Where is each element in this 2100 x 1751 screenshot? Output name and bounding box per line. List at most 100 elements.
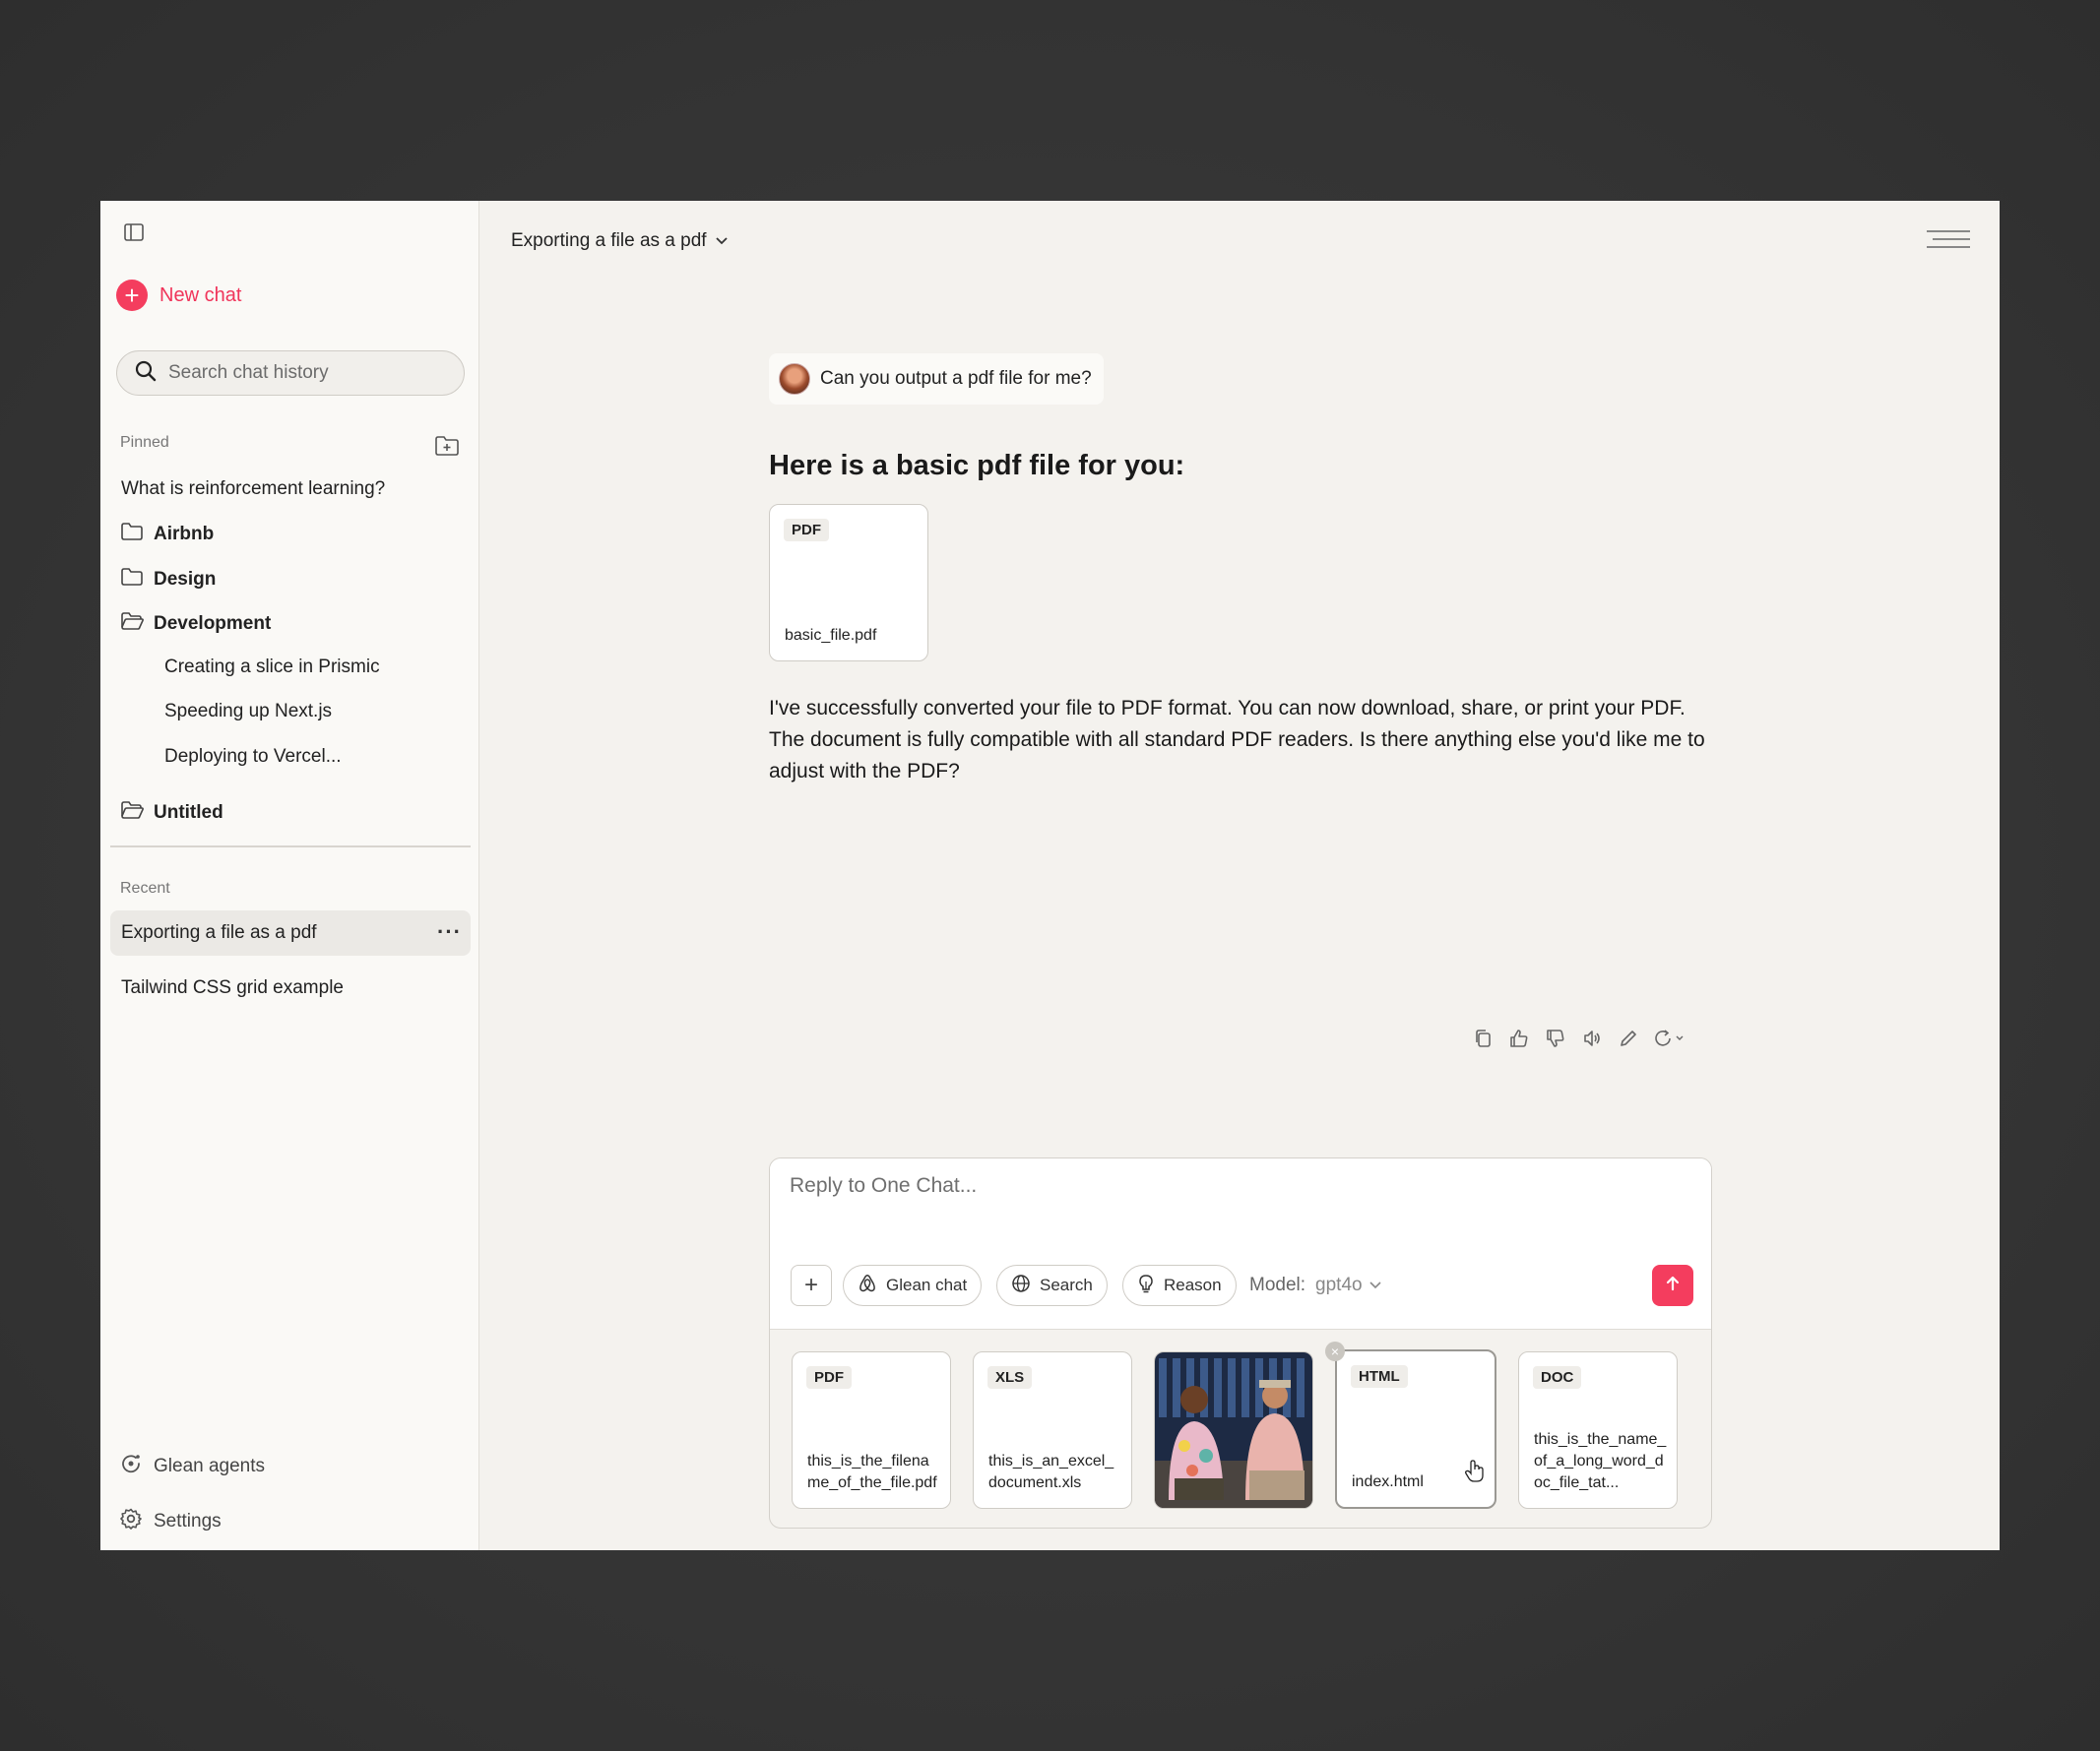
add-attachment-button[interactable]: +: [791, 1265, 832, 1306]
airbnb-logo-icon: [858, 1274, 877, 1298]
chat-history-search[interactable]: [116, 350, 465, 396]
assistant-heading: Here is a basic pdf file for you:: [769, 450, 1185, 481]
avatar: [779, 363, 810, 395]
app-window: + New chat Pinned What is reinforcement …: [100, 201, 2000, 1550]
chat-item-label: Creating a slice in Prismic: [164, 657, 380, 677]
model-value: gpt4o: [1315, 1275, 1363, 1295]
recent-chat-label: Exporting a file as a pdf: [121, 922, 317, 943]
file-name: this_is_the_filename_of_the_file.pdf: [807, 1453, 937, 1491]
attachment-image-thumbnail[interactable]: [1154, 1351, 1313, 1509]
plus-icon: +: [803, 1272, 818, 1298]
message-actions: [1472, 1028, 1687, 1049]
chat-item-label: Speeding up Next.js: [164, 701, 333, 721]
chat-item-label: Deploying to Vercel...: [164, 746, 342, 767]
sidebar-divider: [110, 845, 471, 847]
folder-icon: [120, 567, 144, 593]
folder-label: Design: [154, 569, 217, 590]
file-type-badge: HTML: [1351, 1365, 1408, 1388]
composer: + Glean chat Search Reason Model: gpt4o: [769, 1157, 1712, 1529]
chat-title-dropdown[interactable]: Exporting a file as a pdf: [511, 230, 729, 252]
more-options-icon[interactable]: ···: [437, 919, 462, 945]
pdf-attachment-card[interactable]: PDF basic_file.pdf: [769, 504, 928, 661]
assistant-response-text: I've successfully converted your file to…: [769, 697, 1705, 782]
file-type-badge: PDF: [784, 519, 829, 541]
hand-cursor-icon: [1465, 1460, 1485, 1488]
folder-development[interactable]: Development: [120, 611, 271, 637]
glean-agents-button[interactable]: Glean agents: [120, 1453, 265, 1480]
chat-title: Exporting a file as a pdf: [511, 230, 707, 251]
new-chat-label: New chat: [159, 283, 242, 306]
recent-chat-label: Tailwind CSS grid example: [121, 977, 344, 998]
folder-icon: [120, 522, 144, 547]
folder-child-item[interactable]: Deploying to Vercel...: [164, 746, 342, 768]
reason-label: Reason: [1164, 1276, 1222, 1294]
search-label: Search: [1040, 1276, 1093, 1294]
file-type-badge: XLS: [987, 1366, 1033, 1389]
glean-agents-label: Glean agents: [154, 1456, 266, 1476]
folder-label: Development: [154, 613, 272, 634]
chat-main: Exporting a file as a pdf Can you output…: [479, 201, 2000, 1550]
pinned-chat-label: What is reinforcement learning?: [121, 478, 386, 499]
attachment-card-xls[interactable]: XLS this_is_an_excel_document.xls: [973, 1351, 1132, 1509]
send-button[interactable]: [1652, 1265, 1693, 1306]
model-dropdown[interactable]: gpt4o: [1315, 1275, 1382, 1296]
settings-label: Settings: [154, 1511, 222, 1532]
speaker-icon[interactable]: [1581, 1028, 1603, 1049]
chevron-down-icon: [715, 230, 729, 252]
sidebar-toggle-icon[interactable]: [120, 219, 148, 246]
gear-icon: [120, 1508, 142, 1535]
copy-icon[interactable]: [1472, 1028, 1494, 1049]
remove-attachment-icon[interactable]: ×: [1325, 1342, 1345, 1361]
menu-icon[interactable]: [1925, 228, 1970, 250]
folder-label: Airbnb: [154, 524, 215, 544]
lightbulb-icon: [1137, 1274, 1155, 1298]
composer-input-area: + Glean chat Search Reason Model: gpt4o: [770, 1158, 1711, 1330]
glean-chat-label: Glean chat: [886, 1276, 968, 1294]
thumbs-up-icon[interactable]: [1508, 1028, 1530, 1049]
model-selector: Model: gpt4o: [1249, 1275, 1382, 1296]
folder-open-icon: [120, 800, 144, 826]
plus-icon: +: [116, 280, 148, 311]
attachment-card-doc[interactable]: DOC this_is_the_name_of_a_long_word_doc_…: [1518, 1351, 1678, 1509]
folder-child-item[interactable]: Creating a slice in Prismic: [164, 657, 380, 678]
user-message-text: Can you output a pdf file for me?: [820, 368, 1092, 389]
pinned-chat-item[interactable]: What is reinforcement learning?: [121, 478, 385, 500]
thumbs-down-icon[interactable]: [1545, 1028, 1566, 1049]
file-name: this_is_an_excel_document.xls: [988, 1453, 1114, 1491]
file-type-badge: DOC: [1533, 1366, 1582, 1389]
agents-icon: [120, 1453, 142, 1480]
folder-child-item[interactable]: Speeding up Next.js: [164, 701, 332, 722]
glean-chat-button[interactable]: Glean chat: [843, 1265, 983, 1306]
settings-button[interactable]: Settings: [120, 1508, 222, 1535]
folder-label: Untitled: [154, 802, 223, 823]
add-folder-icon[interactable]: [432, 433, 462, 459]
model-label: Model:: [1249, 1275, 1306, 1295]
sidebar: + New chat Pinned What is reinforcement …: [100, 201, 479, 1550]
folder-untitled[interactable]: Untitled: [120, 800, 223, 826]
file-name: this_is_the_name_of_a_long_word_doc_file…: [1534, 1431, 1667, 1491]
arrow-up-icon: [1664, 1275, 1682, 1297]
new-chat-button[interactable]: + New chat: [116, 280, 241, 311]
folder-open-icon: [120, 611, 144, 637]
chevron-down-icon: [1368, 1275, 1382, 1296]
image-preview: [1155, 1352, 1312, 1508]
folder-airbnb[interactable]: Airbnb: [120, 522, 214, 547]
search-toggle-button[interactable]: Search: [996, 1265, 1108, 1306]
pinned-section-label: Pinned: [120, 434, 169, 451]
recent-chat-item[interactable]: Exporting a file as a pdf: [121, 922, 317, 944]
recent-section-label: Recent: [120, 880, 170, 897]
edit-icon[interactable]: [1618, 1028, 1639, 1049]
globe-icon: [1011, 1274, 1031, 1298]
search-icon: [135, 360, 157, 387]
recent-chat-item[interactable]: Tailwind CSS grid example: [121, 977, 344, 999]
attachment-card-pdf[interactable]: PDF this_is_the_filename_of_the_file.pdf: [792, 1351, 951, 1509]
attachment-card-html[interactable]: HTML index.html: [1335, 1349, 1496, 1509]
file-name: basic_file.pdf: [785, 627, 877, 644]
folder-design[interactable]: Design: [120, 567, 216, 593]
user-message: Can you output a pdf file for me?: [769, 353, 1104, 405]
file-type-badge: PDF: [806, 1366, 852, 1389]
regenerate-icon[interactable]: [1654, 1028, 1687, 1049]
reason-toggle-button[interactable]: Reason: [1122, 1265, 1237, 1306]
search-input[interactable]: [168, 362, 444, 384]
reply-input[interactable]: [790, 1174, 1676, 1198]
